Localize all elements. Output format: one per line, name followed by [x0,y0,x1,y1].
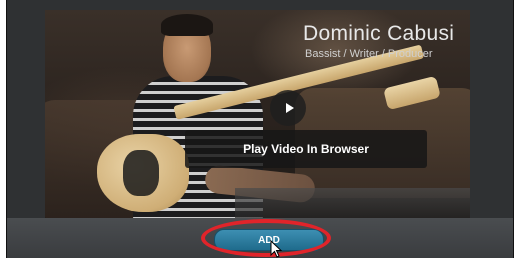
video-panel: Dominic Cabusi Bassist / Writer / Produc… [6,0,514,258]
play-button[interactable] [270,90,306,126]
video-frame-person-hair [161,14,213,36]
video-player[interactable]: Dominic Cabusi Bassist / Writer / Produc… [45,10,470,218]
add-button[interactable]: ADD [214,229,324,251]
play-icon [285,103,294,113]
play-in-browser-button[interactable]: Play Video In Browser [185,130,427,168]
play-in-browser-label: Play Video In Browser [243,142,369,156]
presenter-role: Bassist / Writer / Producer [305,48,433,60]
video-frame-guitar-pickguard [123,150,159,196]
video-frame-table [235,188,470,218]
add-button-label: ADD [258,234,280,246]
presenter-name: Dominic Cabusi [303,22,455,45]
